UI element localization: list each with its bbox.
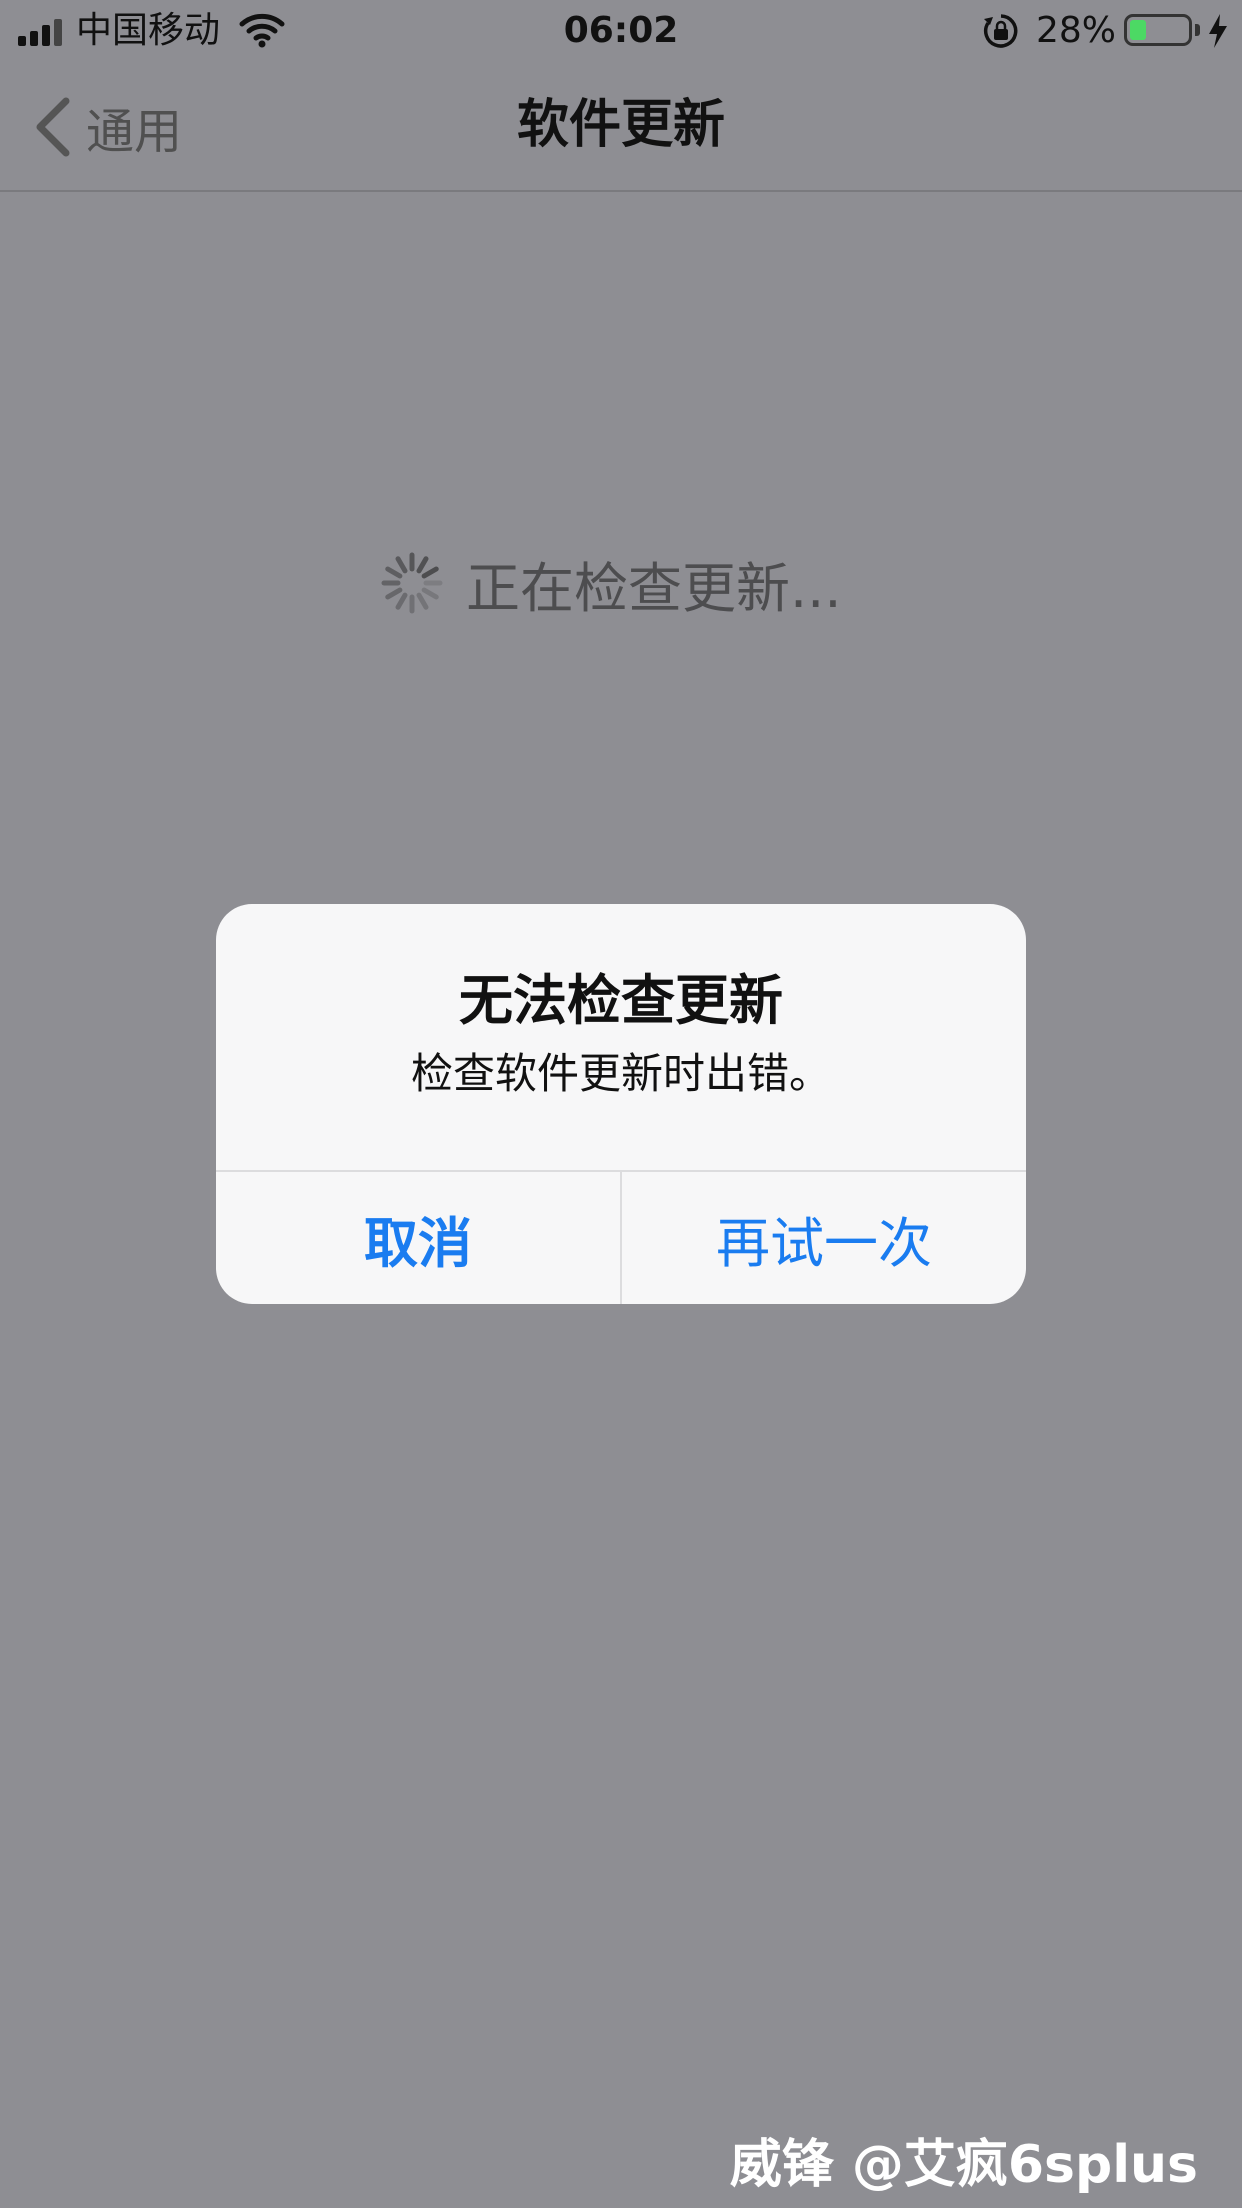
page-title: 软件更新 bbox=[516, 95, 725, 155]
spinner-spoke bbox=[416, 592, 429, 610]
alert-message: 检查软件更新时出错。 bbox=[410, 1049, 831, 1098]
checking-status: 正在检查更新... bbox=[380, 548, 842, 620]
spinner-icon bbox=[381, 552, 443, 614]
spinner-spoke bbox=[385, 587, 403, 600]
spinner-spoke bbox=[385, 566, 403, 579]
spinner-spoke bbox=[416, 556, 429, 574]
battery-icon bbox=[1124, 14, 1192, 46]
spinner-spoke bbox=[421, 587, 439, 600]
alert-dialog: 无法检查更新 检查软件更新时出错。 取消 再试一次 bbox=[216, 904, 1026, 1304]
battery-percentage: 28% bbox=[1036, 10, 1117, 51]
navigation-bar: 通用 软件更新 bbox=[0, 62, 1242, 192]
orientation-lock-icon bbox=[983, 14, 1018, 48]
cancel-button[interactable]: 取消 bbox=[216, 1172, 620, 1304]
checking-label: 正在检查更新... bbox=[466, 556, 842, 620]
charging-bolt-icon bbox=[1209, 14, 1227, 48]
status-bar: 中国移动 06:02 28% bbox=[0, 0, 1242, 62]
spinner-spoke bbox=[395, 556, 408, 574]
alert-title: 无法检查更新 bbox=[459, 969, 783, 1032]
spinner-spoke bbox=[421, 566, 439, 579]
battery-tip bbox=[1195, 24, 1200, 36]
retry-button[interactable]: 再试一次 bbox=[622, 1172, 1026, 1304]
spinner-spoke bbox=[395, 592, 408, 610]
battery-fill bbox=[1130, 20, 1146, 40]
watermark: 威锋 @艾疯6splus bbox=[729, 2135, 1198, 2195]
